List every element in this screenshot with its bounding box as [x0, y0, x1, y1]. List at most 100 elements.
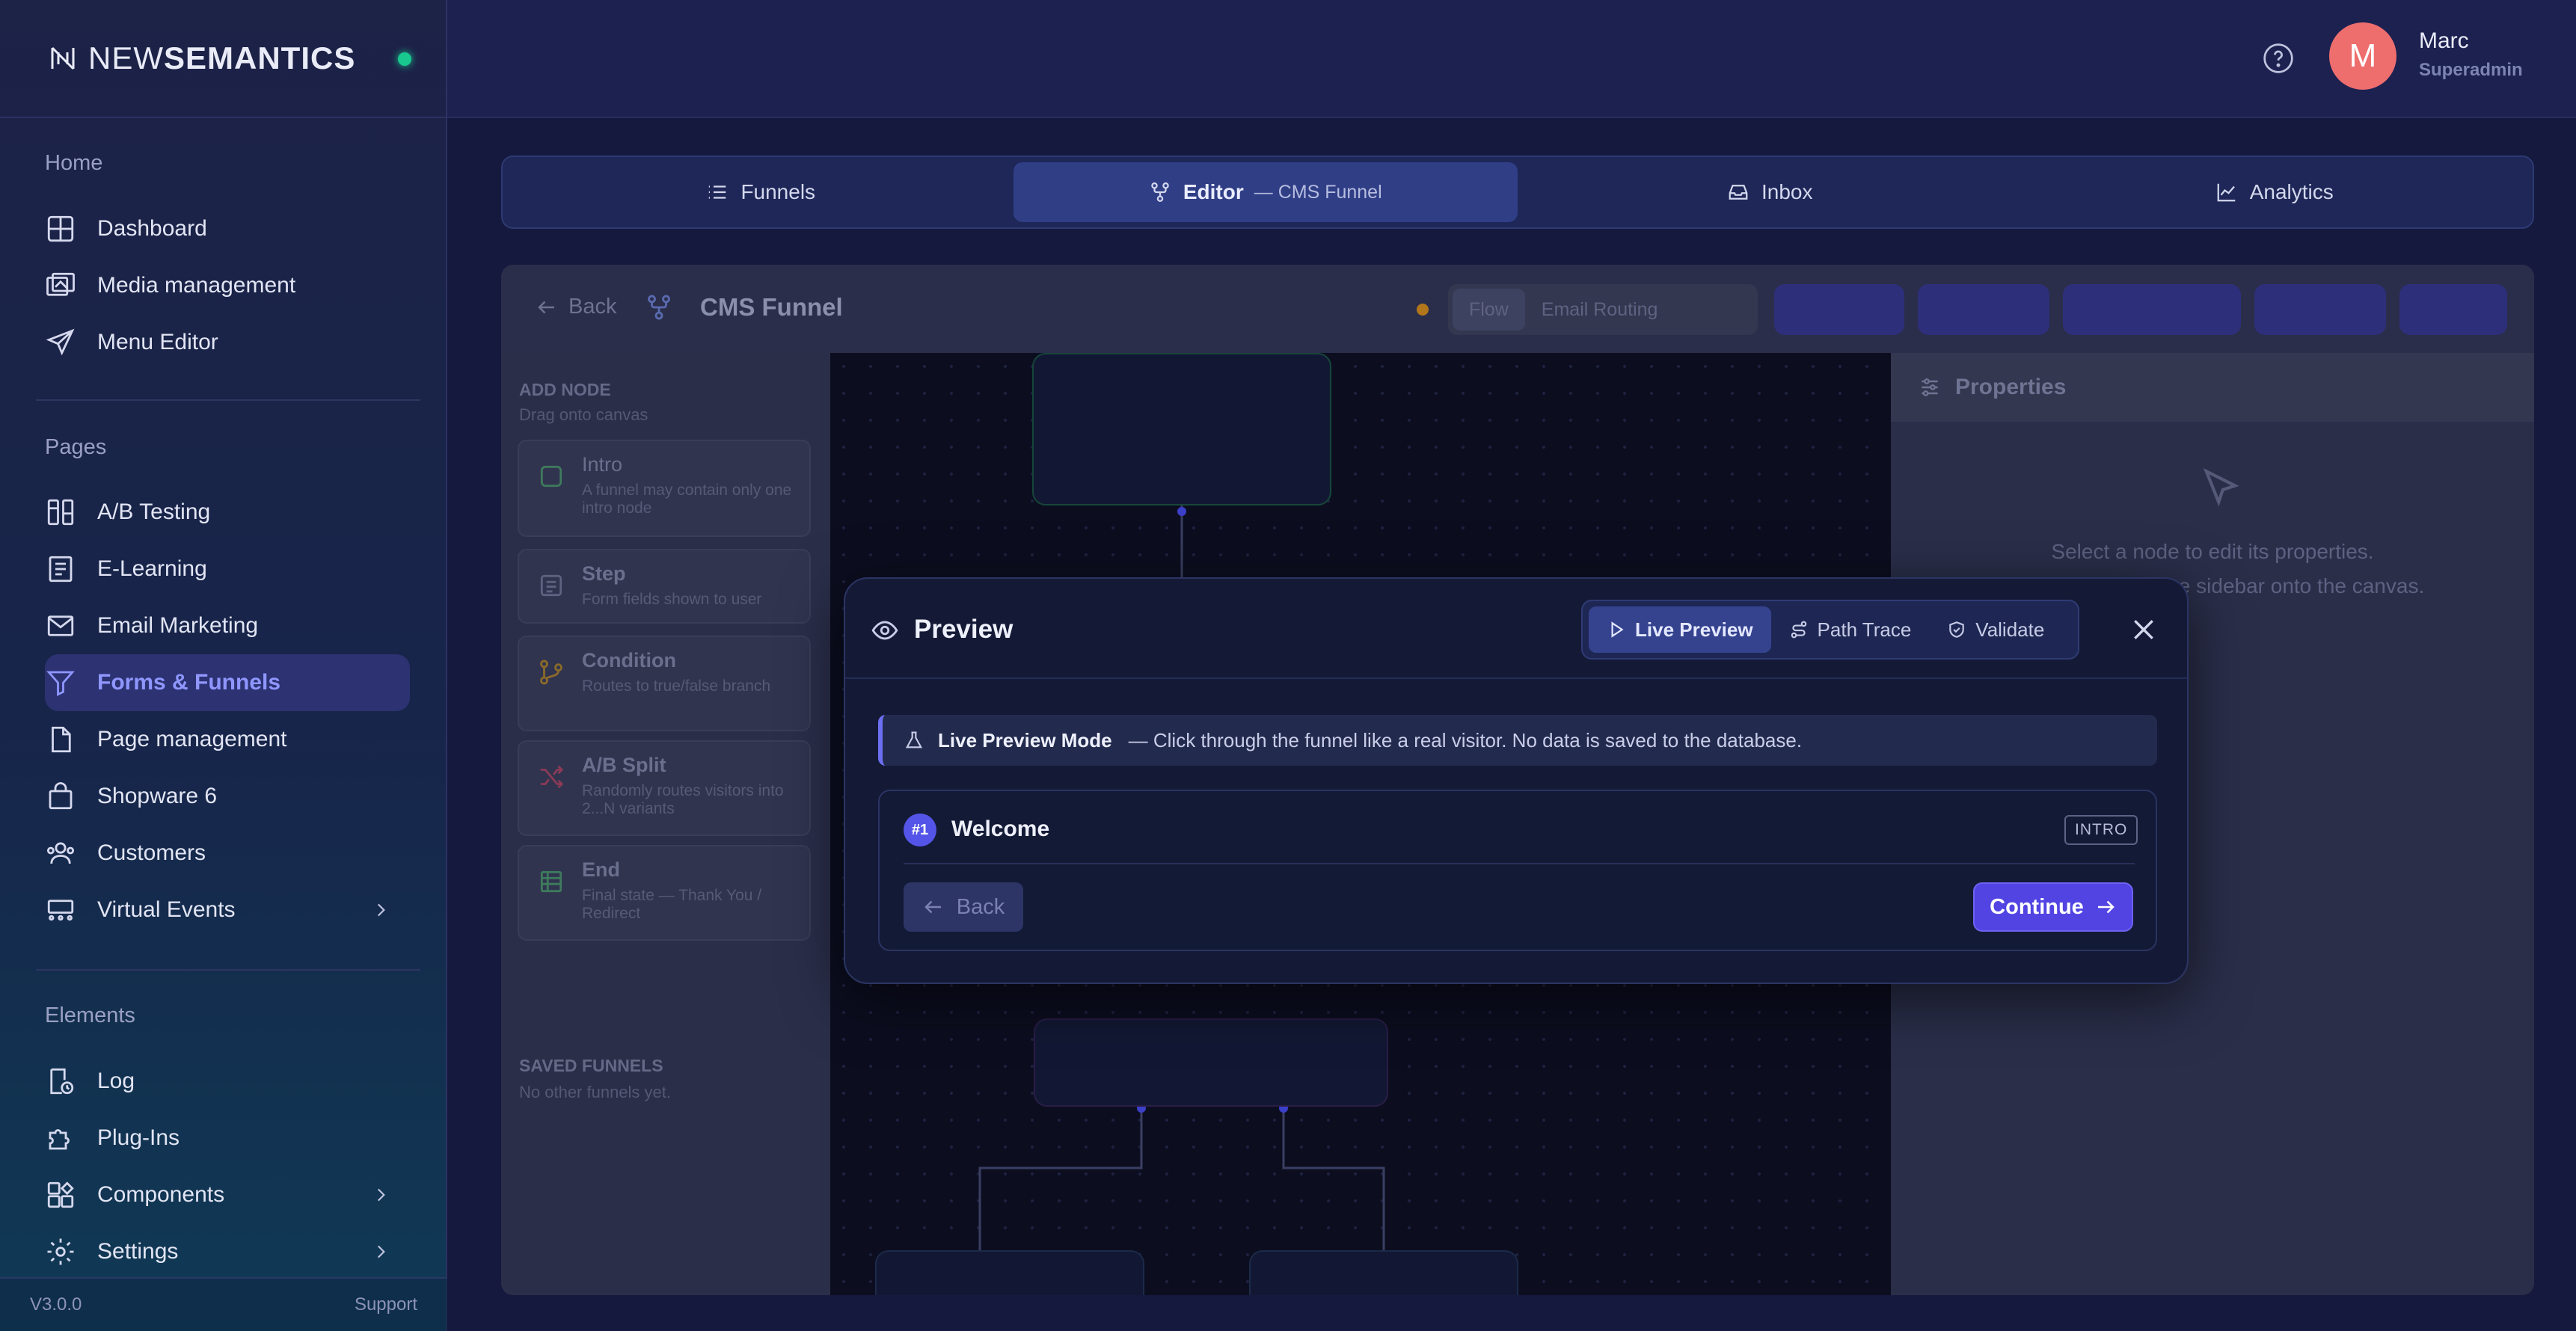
route-icon — [1791, 621, 1806, 639]
node-card-condition[interactable]: Condition Routes to true/false branch — [518, 636, 811, 731]
tab-label: Analytics — [2249, 180, 2334, 203]
sidebar-divider — [36, 969, 420, 971]
step-divider — [904, 863, 2135, 864]
filter-icon — [46, 671, 75, 697]
tab-funnels[interactable]: Funnels — [509, 162, 1013, 222]
mode-validate[interactable]: Validate — [1929, 606, 2062, 653]
avatar[interactable]: M — [2329, 22, 2396, 90]
end-node-icon — [540, 870, 562, 893]
step-back-button[interactable]: Back — [904, 882, 1023, 932]
play-icon — [1611, 621, 1624, 638]
sidebar-item-label: Page management — [97, 727, 287, 751]
node-description: A funnel may contain only one intro node — [582, 482, 792, 517]
node-title: Condition — [582, 649, 676, 671]
sidebar-item-dashboard[interactable]: Dashboard — [45, 200, 410, 257]
user-name[interactable]: Marc — [2419, 28, 2469, 54]
mode-path-trace[interactable]: Path Trace — [1771, 606, 1930, 653]
properties-hint: Select a node to edit its properties. — [2051, 540, 2374, 563]
node-title: A/B Split — [582, 754, 666, 776]
segment-email-routing[interactable]: Email Routing — [1525, 289, 1675, 331]
editor-save-button[interactable] — [2399, 284, 2507, 335]
sidebar-item-plugins[interactable]: Plug-Ins — [45, 1110, 410, 1166]
editor-action-button[interactable] — [1918, 284, 2049, 335]
inbox-icon — [1729, 185, 1748, 200]
sidebar-item-email-marketing[interactable]: Email Marketing — [45, 597, 410, 654]
tab-editor[interactable]: Editor — CMS Funnel — [1013, 162, 1518, 222]
node-description: Final state — Thank You / Redirect — [582, 887, 762, 922]
editor-back-button[interactable]: Back — [536, 295, 616, 319]
canvas-node[interactable] — [875, 1250, 1144, 1295]
users-icon — [46, 842, 75, 864]
flow-icon — [1151, 182, 1169, 202]
book-icon — [49, 556, 73, 582]
sidebar-item-settings[interactable]: Settings — [45, 1223, 410, 1280]
add-node-title: ADD NODE — [519, 380, 611, 399]
sidebar-item-virtual-events[interactable]: Virtual Events — [45, 882, 410, 938]
grid-icon — [47, 215, 74, 242]
continue-button[interactable]: Continue — [1973, 882, 2133, 932]
close-icon[interactable] — [2129, 615, 2159, 645]
sidebar-item-shopware[interactable]: Shopware 6 — [45, 768, 410, 825]
sidebar-item-ab-testing[interactable]: A/B Testing — [45, 484, 410, 541]
node-title: End — [582, 858, 620, 881]
node-card-end[interactable]: End Final state — Thank You / Redirect — [518, 845, 811, 941]
version-label: V3.0.0 — [30, 1294, 82, 1315]
node-card-step[interactable]: Step Form fields shown to user — [518, 549, 811, 624]
sidebar-item-log[interactable]: Log — [45, 1053, 410, 1110]
canvas-node[interactable] — [1249, 1250, 1518, 1295]
node-card-ab-split[interactable]: A/B Split Randomly routes visitors into … — [518, 740, 811, 836]
editor-action-button[interactable] — [1774, 284, 1904, 335]
sidebar: NEWSEMANTICS Home Dashboard Media manage… — [0, 0, 447, 1331]
preview-mode-switch: Live Preview Path Trace Validate — [1581, 600, 2079, 660]
arrow-right-icon — [2097, 900, 2115, 914]
sidebar-item-label: Dashboard — [97, 216, 207, 241]
flask-icon — [47, 499, 74, 526]
node-title: Step — [582, 562, 626, 585]
saved-funnels-title: SAVED FUNNELS — [519, 1056, 663, 1075]
sidebar-item-label: Plug-Ins — [97, 1125, 180, 1150]
topbar — [447, 0, 2576, 118]
editor-action-button[interactable] — [2063, 284, 2241, 335]
tab-inbox[interactable]: Inbox — [1518, 162, 2023, 222]
step-number-badge: #1 — [904, 814, 936, 846]
node-description: Routes to true/false branch — [582, 677, 771, 695]
sidebar-item-components[interactable]: Components — [45, 1166, 410, 1223]
condition-node-icon — [540, 660, 562, 685]
sidebar-item-e-learning[interactable]: E-Learning — [45, 541, 410, 597]
sidebar-item-label: Customers — [97, 840, 206, 865]
sidebar-item-label: Forms & Funnels — [97, 670, 281, 695]
funnel-tabs: Funnels Editor — CMS Funnel Inbox Analyt… — [501, 156, 2534, 229]
help-icon[interactable] — [2262, 42, 2295, 75]
mode-live-preview[interactable]: Live Preview — [1589, 606, 1771, 653]
step-node-icon — [540, 574, 562, 597]
file-icon — [52, 726, 71, 753]
sidebar-item-customers[interactable]: Customers — [45, 825, 410, 882]
tab-label: Editor — [1183, 180, 1244, 203]
canvas-node[interactable] — [1034, 1018, 1388, 1107]
sidebar-item-media[interactable]: Media management — [45, 257, 410, 314]
sidebar-item-menu-editor[interactable]: Menu Editor — [45, 314, 410, 371]
node-card-intro[interactable]: Intro A funnel may contain only one intr… — [518, 440, 811, 537]
chart-icon — [2217, 183, 2235, 202]
unsaved-indicator — [1417, 304, 1429, 316]
editor-action-button[interactable] — [2254, 284, 2386, 335]
sidebar-item-label: Settings — [97, 1239, 179, 1264]
saved-funnels-empty: No other funnels yet. — [519, 1083, 672, 1101]
tab-label: Funnels — [740, 180, 816, 203]
tab-analytics[interactable]: Analytics — [2023, 162, 2527, 222]
editor-header: Back CMS Funnel Flow Email Routing — [501, 265, 2534, 353]
sidebar-item-label: Media management — [97, 273, 296, 298]
support-link[interactable]: Support — [355, 1294, 417, 1315]
sidebar-item-page-management[interactable]: Page management — [45, 711, 410, 768]
back-label: Back — [568, 295, 617, 319]
brand[interactable]: NEWSEMANTICS — [0, 0, 446, 118]
components-icon — [47, 1181, 74, 1208]
cursor-icon — [2203, 467, 2239, 507]
puzzle-icon — [49, 1129, 70, 1150]
segment-flow[interactable]: Flow — [1453, 289, 1525, 331]
sidebar-item-label: Email Marketing — [97, 613, 259, 638]
properties-header: Properties — [1891, 353, 2534, 422]
brand-logo-icon — [51, 46, 75, 70]
sidebar-item-forms-funnels[interactable]: Forms & Funnels — [45, 654, 410, 711]
sidebar-divider — [36, 399, 420, 401]
